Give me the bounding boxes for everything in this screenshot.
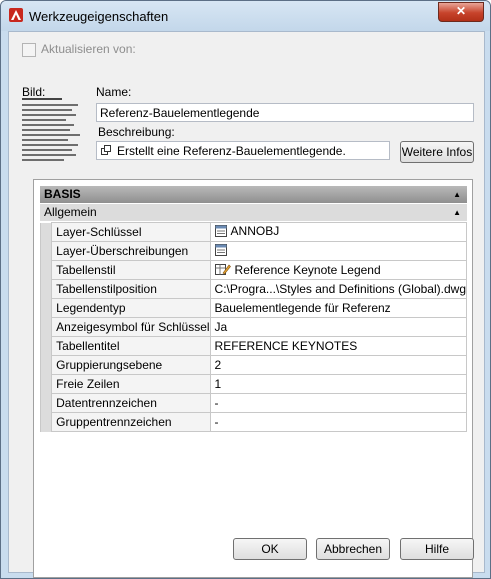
title-bar: Werkzeugeigenschaften ✕ xyxy=(1,1,490,31)
properties-grid: BASIS ▲ Allgemein ▲ Layer-Schlüssel ANNOB… xyxy=(33,179,473,578)
property-row[interactable]: Tabellenstil Reference Keynote Legend xyxy=(39,260,468,280)
property-value-cell[interactable]: 2 xyxy=(209,355,468,375)
category-basis-label: BASIS xyxy=(44,187,81,201)
description-text: Erstellt eine Referenz-Bauelementlegende… xyxy=(117,144,346,158)
property-row[interactable]: Tabellenstilposition C:\Progra...\Styles … xyxy=(39,279,468,299)
name-label: Name: xyxy=(96,85,132,99)
category-allgemein[interactable]: Allgemein ▲ xyxy=(40,204,467,221)
layer-key-icon xyxy=(214,225,227,240)
row-gutter xyxy=(39,279,53,299)
autocad-icon xyxy=(9,8,23,22)
row-gutter xyxy=(39,241,53,261)
window-title: Werkzeugeigenschaften xyxy=(29,9,169,24)
dialog-body: Aktualisieren von: Bild: Name: Referenz-… xyxy=(8,31,485,578)
update-from-checkbox[interactable] xyxy=(22,43,36,57)
close-button[interactable]: ✕ xyxy=(438,2,484,22)
property-row[interactable]: Gruppierungsebene 2 xyxy=(39,355,468,375)
description-label: Beschreibung: xyxy=(98,125,175,139)
property-value: Reference Keynote Legend xyxy=(234,262,381,277)
category-basis[interactable]: BASIS ▲ xyxy=(40,186,467,203)
property-value-cell[interactable]: REFERENCE KEYNOTES xyxy=(209,336,468,356)
description-icon xyxy=(101,145,111,155)
property-name: Layer-Schlüssel xyxy=(51,222,211,242)
row-gutter xyxy=(39,374,53,394)
tool-properties-dialog: Werkzeugeigenschaften ✕ Aktualisieren vo… xyxy=(0,0,491,579)
cancel-button[interactable]: Abbrechen xyxy=(316,538,390,560)
property-value-cell[interactable]: Bauelementlegende für Referenz xyxy=(209,298,468,318)
property-name: Gruppentrennzeichen xyxy=(51,412,211,432)
property-name: Tabellenstil xyxy=(51,260,211,280)
row-gutter xyxy=(39,298,53,318)
name-field[interactable]: Referenz-Bauelementlegende xyxy=(96,103,474,122)
property-value-cell[interactable]: Ja xyxy=(209,317,468,337)
ok-button[interactable]: OK xyxy=(233,538,307,560)
property-value-cell[interactable]: Reference Keynote Legend xyxy=(209,260,468,280)
row-gutter xyxy=(39,393,53,413)
property-row[interactable]: Anzeigesymbol für Schlüssel Ja xyxy=(39,317,468,337)
layer-override-icon xyxy=(214,244,227,259)
property-row[interactable]: Datentrennzeichen - xyxy=(39,393,468,413)
property-value-cell[interactable]: 1 xyxy=(209,374,468,394)
property-name: Tabellentitel xyxy=(51,336,211,356)
property-name: Freie Zeilen xyxy=(51,374,211,394)
category-allgemein-label: Allgemein xyxy=(44,205,97,219)
property-value-cell[interactable]: ANNOBJ xyxy=(209,222,468,242)
property-value: Bauelementlegende für Referenz xyxy=(214,301,391,315)
property-value-cell[interactable]: C:\Progra...\Styles and Definitions (Glo… xyxy=(209,279,468,299)
property-table: Layer-Schlüssel ANNOBJ Layer-Überschreibun… xyxy=(39,222,468,432)
property-name: Datentrennzeichen xyxy=(51,393,211,413)
table-style-icon xyxy=(214,262,231,279)
property-row[interactable]: Legendentyp Bauelementlegende für Referen… xyxy=(39,298,468,318)
collapse-icon[interactable]: ▲ xyxy=(453,204,461,221)
property-name: Tabellenstilposition xyxy=(51,279,211,299)
property-row[interactable]: Tabellentitel REFERENCE KEYNOTES xyxy=(39,336,468,356)
property-name: Gruppierungsebene xyxy=(51,355,211,375)
property-value: 2 xyxy=(214,358,222,372)
collapse-icon[interactable]: ▲ xyxy=(453,186,461,203)
update-from-label: Aktualisieren von: xyxy=(41,42,136,56)
property-name: Layer-Überschreibungen xyxy=(51,241,211,261)
row-gutter xyxy=(39,260,53,280)
property-value: REFERENCE KEYNOTES xyxy=(214,339,358,353)
property-row[interactable]: Layer-Schlüssel ANNOBJ xyxy=(39,222,468,242)
row-gutter xyxy=(39,355,53,375)
property-row[interactable]: Freie Zeilen 1 xyxy=(39,374,468,394)
property-value: 1 xyxy=(214,377,222,391)
more-info-button[interactable]: Weitere Infos xyxy=(400,141,474,163)
description-field[interactable]: Erstellt eine Referenz-Bauelementlegende… xyxy=(96,141,390,160)
property-value: - xyxy=(214,396,219,410)
property-value: C:\Progra...\Styles and Definitions (Glo… xyxy=(214,282,466,296)
row-gutter xyxy=(39,222,53,242)
row-gutter xyxy=(39,336,53,356)
property-row[interactable]: Layer-Überschreibungen xyxy=(39,241,468,261)
row-gutter xyxy=(39,412,53,432)
property-name: Legendentyp xyxy=(51,298,211,318)
property-value-cell[interactable]: - xyxy=(209,393,468,413)
property-value-cell[interactable] xyxy=(209,241,468,261)
help-button[interactable]: Hilfe xyxy=(400,538,474,560)
row-gutter xyxy=(39,317,53,337)
property-value: - xyxy=(214,415,219,429)
tool-preview-image xyxy=(22,98,88,170)
property-row[interactable]: Gruppentrennzeichen - xyxy=(39,412,468,432)
property-value-cell[interactable]: - xyxy=(209,412,468,432)
property-value: ANNOBJ xyxy=(230,224,280,238)
property-name: Anzeigesymbol für Schlüssel xyxy=(51,317,211,337)
image-label: Bild: xyxy=(22,85,46,99)
property-value: Ja xyxy=(214,320,228,334)
